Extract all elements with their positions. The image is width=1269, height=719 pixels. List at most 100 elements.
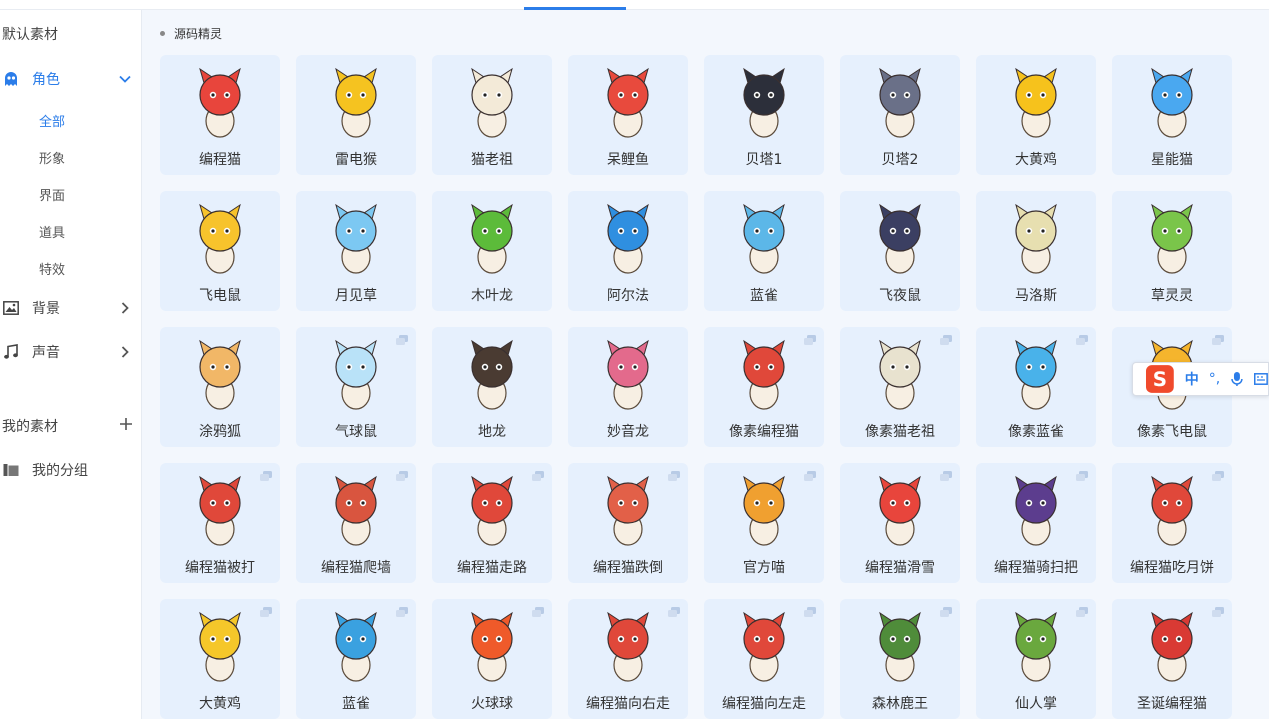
multi-frame-icon [260,607,272,617]
sprite-card[interactable]: 雷电猴 [296,55,416,175]
subcategory-figure[interactable]: 形象 [39,148,65,167]
sprite-card[interactable]: 飞电鼠 [160,191,280,311]
multi-frame-icon [940,607,952,617]
multi-frame-icon [668,471,680,481]
sprite-card[interactable]: 贝塔2 [840,55,960,175]
multi-frame-icon [940,471,952,481]
ime-punctuation-label[interactable]: °, [1209,371,1220,387]
sprite-card[interactable]: 编程猫 [160,55,280,175]
sprite-card[interactable]: 编程猫走路 [432,463,552,583]
multi-frame-icon [1212,607,1224,617]
sprite-card[interactable]: 地龙 [432,327,552,447]
cactus-icon [1015,611,1057,682]
sprite-card[interactable]: 圣诞编程猫 [1112,599,1232,719]
sidebar-item-my-groups[interactable]: 我的分组 [0,455,142,485]
sprite-card[interactable]: 呆鲤鱼 [568,55,688,175]
ghost-icon [2,70,20,88]
multi-frame-icon [940,335,952,345]
sprite-card[interactable]: 飞夜鼠 [840,191,960,311]
sprite-card[interactable]: 编程猫骑扫把 [976,463,1096,583]
keyboard-icon[interactable] [1254,373,1268,385]
sprite-name: 贝塔2 [881,152,919,168]
sprite-name: 圣诞编程猫 [1137,696,1207,712]
sprite-card[interactable]: 星能猫 [1112,55,1232,175]
christmas-coding-cat-icon [1151,611,1193,682]
coding-cat-icon [199,67,241,138]
ime-mode-label[interactable]: 中 [1185,369,1199,389]
sprite-name: 阿尔法 [607,288,649,304]
sidebar-item-sound[interactable]: 声音 [0,337,142,367]
sprite-name: 地龙 [478,424,506,440]
pixel-coding-cat-icon [743,339,785,410]
sprite-card[interactable]: 火球球 [432,599,552,719]
coding-cat-climb-icon [335,475,377,546]
sprite-card[interactable]: 像素猫老祖 [840,327,960,447]
sidebar-item-background[interactable]: 背景 [0,293,142,323]
sprite-card[interactable]: 草灵灵 [1112,191,1232,311]
sprite-name: 马洛斯 [1015,288,1057,304]
sprite-card[interactable]: 编程猫向左走 [704,599,824,719]
sidebar-item-label: 角色 [32,72,60,88]
sprite-card[interactable]: 编程猫被打 [160,463,280,583]
pixel-blue-bird-icon [1015,339,1057,410]
sprite-card[interactable]: 猫老祖 [432,55,552,175]
cat-elder-icon [471,67,513,138]
sprite-card[interactable]: 月见草 [296,191,416,311]
leaf-dragon-icon [471,203,513,274]
multi-frame-icon [804,335,816,345]
sprite-card[interactable]: 编程猫爬墙 [296,463,416,583]
ime-toolbar[interactable]: S 中 °, [1132,362,1269,396]
sidebar-item-label: 声音 [32,345,60,361]
sprite-card[interactable]: 涂鸦狐 [160,327,280,447]
multi-frame-icon [1212,471,1224,481]
sogou-s-icon[interactable]: S [1145,364,1175,394]
blue-bird-icon [743,203,785,274]
sprite-name: 贝塔1 [745,152,783,168]
multi-frame-icon [532,471,544,481]
microphone-icon[interactable] [1230,371,1244,387]
sprite-card[interactable]: 编程猫跌倒 [568,463,688,583]
sprite-card[interactable]: 马洛斯 [976,191,1096,311]
bullet-dot [160,31,165,36]
chevron-right-icon [121,346,129,358]
sprite-card[interactable]: 森林鹿王 [840,599,960,719]
sprite-card[interactable]: 大黄鸡 [160,599,280,719]
sprite-name: 雷电猴 [335,152,377,168]
sprite-name: 大黄鸡 [199,696,241,712]
sprite-card[interactable]: 仙人掌 [976,599,1096,719]
add-group-icon[interactable] [118,416,134,432]
sprite-card[interactable]: 编程猫滑雪 [840,463,960,583]
sprite-card[interactable]: 像素编程猫 [704,327,824,447]
chevron-right-icon [121,302,129,314]
subcategory-interface[interactable]: 界面 [39,185,65,204]
sprite-name: 像素蓝雀 [1008,424,1064,440]
sprite-card[interactable]: 贝塔1 [704,55,824,175]
sprite-card[interactable]: 木叶龙 [432,191,552,311]
sprite-name: 木叶龙 [471,288,513,304]
sprite-card[interactable]: 蓝雀 [296,599,416,719]
sprite-card[interactable]: 妙音龙 [568,327,688,447]
sprite-card[interactable]: 大黄鸡 [976,55,1096,175]
coding-cat-ski-icon [879,475,921,546]
sprite-card[interactable]: 阿尔法 [568,191,688,311]
subcategory-effects[interactable]: 特效 [39,259,65,278]
fireball-icon [471,611,513,682]
subcategory-props[interactable]: 道具 [39,222,65,241]
sprite-card[interactable]: 蓝雀 [704,191,824,311]
sprite-card[interactable]: 官方喵 [704,463,824,583]
subcategory-all[interactable]: 全部 [39,111,65,130]
beta-robot-icon [743,67,785,138]
sprite-card[interactable]: 编程猫吃月饼 [1112,463,1232,583]
sprite-name: 飞夜鼠 [879,288,921,304]
sprite-card[interactable]: 气球鼠 [296,327,416,447]
sprite-card[interactable]: 像素蓝雀 [976,327,1096,447]
svg-text:S: S [1153,368,1167,391]
multi-frame-icon [532,607,544,617]
sprite-name: 气球鼠 [335,424,377,440]
grass-spirit-icon [1151,203,1193,274]
yellow-chicken-icon [1015,67,1057,138]
sprite-name: 飞电鼠 [199,288,241,304]
sprite-card[interactable]: 编程猫向右走 [568,599,688,719]
multi-frame-icon [396,607,408,617]
sidebar-item-role[interactable]: 角色 [0,64,142,94]
